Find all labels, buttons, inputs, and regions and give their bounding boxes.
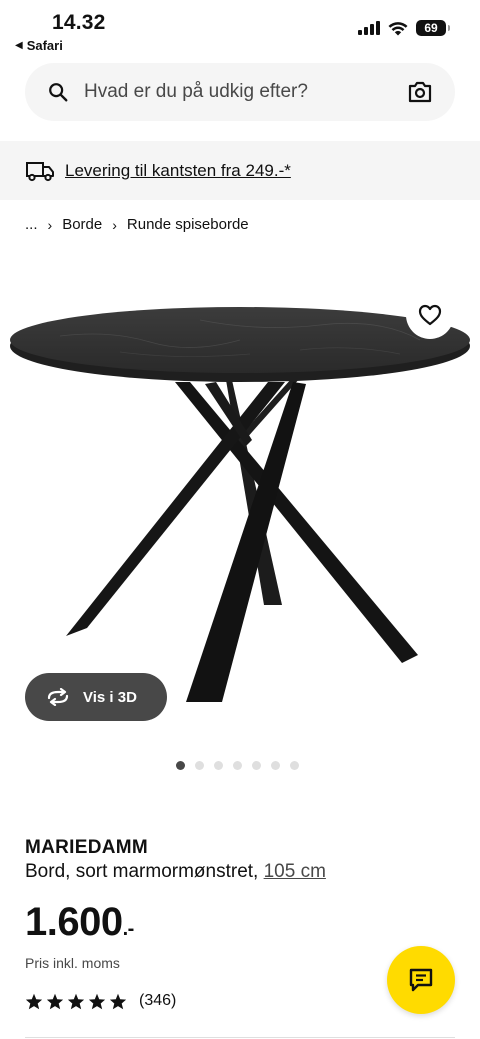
breadcrumb-item-borde[interactable]: Borde (62, 216, 102, 233)
product-rating[interactable]: (346) (25, 992, 176, 1010)
breadcrumb-ellipsis[interactable]: ... (25, 216, 38, 233)
status-time: 14.32 (52, 11, 106, 34)
view-3d-button[interactable]: Vis i 3D (25, 673, 167, 721)
star-icon (88, 993, 106, 1009)
back-to-app[interactable]: ◀ Safari (15, 38, 63, 53)
breadcrumb-item-runde-spiseborde[interactable]: Runde spiseborde (127, 216, 249, 233)
product-description-text: Bord, sort marmormønstret, (25, 861, 264, 882)
back-app-label: Safari (26, 38, 63, 53)
product-price: 1.600.- (25, 900, 134, 945)
star-icon (25, 993, 43, 1009)
battery-icon: 69 (416, 20, 450, 36)
chat-icon (409, 968, 433, 992)
heart-icon (418, 304, 442, 326)
favourite-button[interactable] (406, 291, 454, 339)
product-name: MARIEDAMM (25, 837, 149, 858)
product-size-link[interactable]: 105 cm (264, 861, 326, 882)
search-bar[interactable]: Hvad er du på udkig efter? (25, 63, 455, 121)
view-3d-label: Vis i 3D (83, 688, 137, 706)
delivery-banner[interactable]: Levering til kantsten fra 249.-* (0, 141, 480, 200)
rating-count: (346) (139, 992, 177, 1009)
carousel-dot[interactable] (252, 761, 261, 770)
product-image[interactable] (0, 270, 480, 740)
rating-stars (25, 993, 127, 1010)
wifi-icon (388, 21, 408, 35)
carousel-dot[interactable] (195, 761, 204, 770)
delivery-link[interactable]: Levering til kantsten fra 249.-* (65, 161, 291, 181)
star-icon (109, 993, 127, 1009)
carousel-dot[interactable] (233, 761, 242, 770)
product-description: Bord, sort marmormønstret, 105 cm (25, 861, 326, 883)
breadcrumb: ... › Borde › Runde spiseborde (25, 216, 249, 233)
cellular-signal-icon (358, 21, 380, 35)
carousel-dots (176, 761, 299, 770)
chevron-right-icon: › (47, 216, 53, 233)
star-icon (67, 993, 85, 1009)
truck-icon (26, 161, 54, 181)
status-icons: 69 (358, 20, 450, 36)
divider (25, 1037, 455, 1038)
search-input[interactable]: Hvad er du på udkig efter? (84, 81, 407, 103)
chat-button[interactable] (387, 946, 455, 1014)
carousel-dot[interactable] (290, 761, 299, 770)
carousel-dot[interactable] (271, 761, 280, 770)
search-icon (49, 83, 68, 102)
back-triangle-icon: ◀ (15, 40, 23, 51)
camera-icon[interactable] (407, 80, 433, 104)
star-icon (46, 993, 64, 1009)
battery-level: 69 (424, 21, 438, 35)
price-suffix: .- (122, 918, 135, 940)
carousel-dot[interactable] (214, 761, 223, 770)
rotate-3d-icon (47, 688, 69, 706)
status-bar: 14.32 ◀ Safari 69 (0, 0, 480, 58)
price-note: Pris inkl. moms (25, 955, 120, 971)
chevron-right-icon: › (112, 216, 117, 233)
price-value: 1.600 (25, 900, 123, 944)
carousel-dot[interactable] (176, 761, 185, 770)
